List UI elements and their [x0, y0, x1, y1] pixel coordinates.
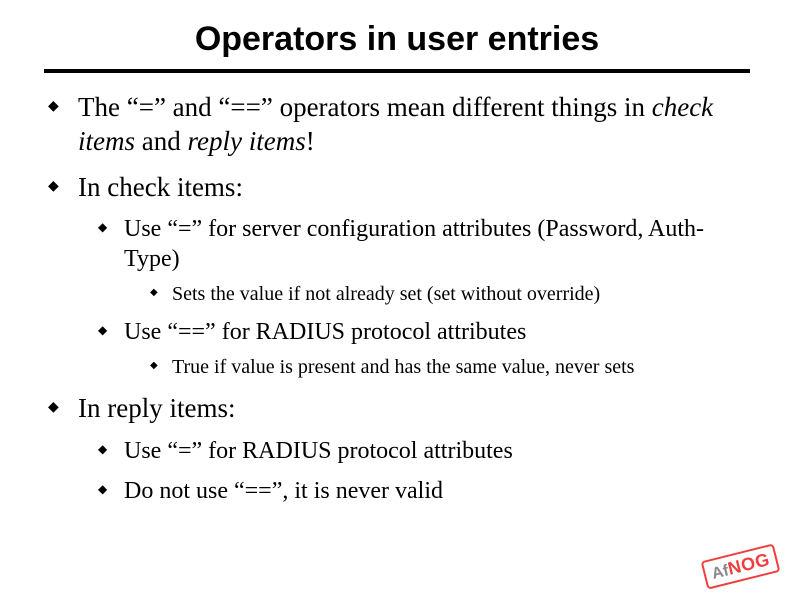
- sub-bullet-list: Use “=” for RADIUS protocol attributes D…: [96, 436, 750, 506]
- sub-bullet-item: Use “=” for RADIUS protocol attributes: [96, 436, 750, 466]
- bullet-text: In check items:: [78, 172, 243, 202]
- bullet-text: The “=” and “==” operators mean differen…: [78, 92, 652, 122]
- sub-sub-bullet-item: Sets the value if not already set (set w…: [148, 282, 750, 307]
- bullet-text: Do not use “==”, it is never valid: [124, 478, 443, 504]
- logo-nog-text: NOG: [725, 549, 771, 579]
- slide-title: Operators in user entries: [44, 20, 750, 59]
- bullet-text: Use “=” for RADIUS protocol attributes: [124, 438, 513, 464]
- bullet-text: In reply items:: [78, 393, 235, 423]
- sub-sub-bullet-item: True if value is present and has the sam…: [148, 355, 750, 380]
- sub-bullet-item: Use “=” for server configuration attribu…: [96, 214, 750, 307]
- bullet-item: In check items: Use “=” for server confi…: [44, 171, 750, 381]
- bullet-item: The “=” and “==” operators mean differen…: [44, 91, 750, 159]
- bullet-text: True if value is present and has the sam…: [172, 356, 634, 378]
- title-rule: [44, 69, 750, 73]
- slide: Operators in user entries The “=” and “=…: [0, 0, 794, 595]
- bullet-text: and: [135, 126, 187, 156]
- bullet-text: !: [306, 126, 315, 156]
- sub-bullet-item: Do not use “==”, it is never valid: [96, 476, 750, 506]
- sub-bullet-list: Use “=” for server configuration attribu…: [96, 214, 750, 380]
- sub-sub-bullet-list: True if value is present and has the sam…: [148, 355, 750, 380]
- bullet-text: Sets the value if not already set (set w…: [172, 283, 600, 305]
- bullet-text: Use “==” for RADIUS protocol attributes: [124, 319, 526, 345]
- sub-sub-bullet-list: Sets the value if not already set (set w…: [148, 282, 750, 307]
- italic-text: reply items: [187, 126, 305, 156]
- bullet-text: Use “=” for server configuration attribu…: [124, 216, 704, 272]
- bullet-item: In reply items: Use “=” for RADIUS proto…: [44, 392, 750, 506]
- sub-bullet-item: Use “==” for RADIUS protocol attributes …: [96, 317, 750, 380]
- bullet-list: The “=” and “==” operators mean differen…: [44, 91, 750, 506]
